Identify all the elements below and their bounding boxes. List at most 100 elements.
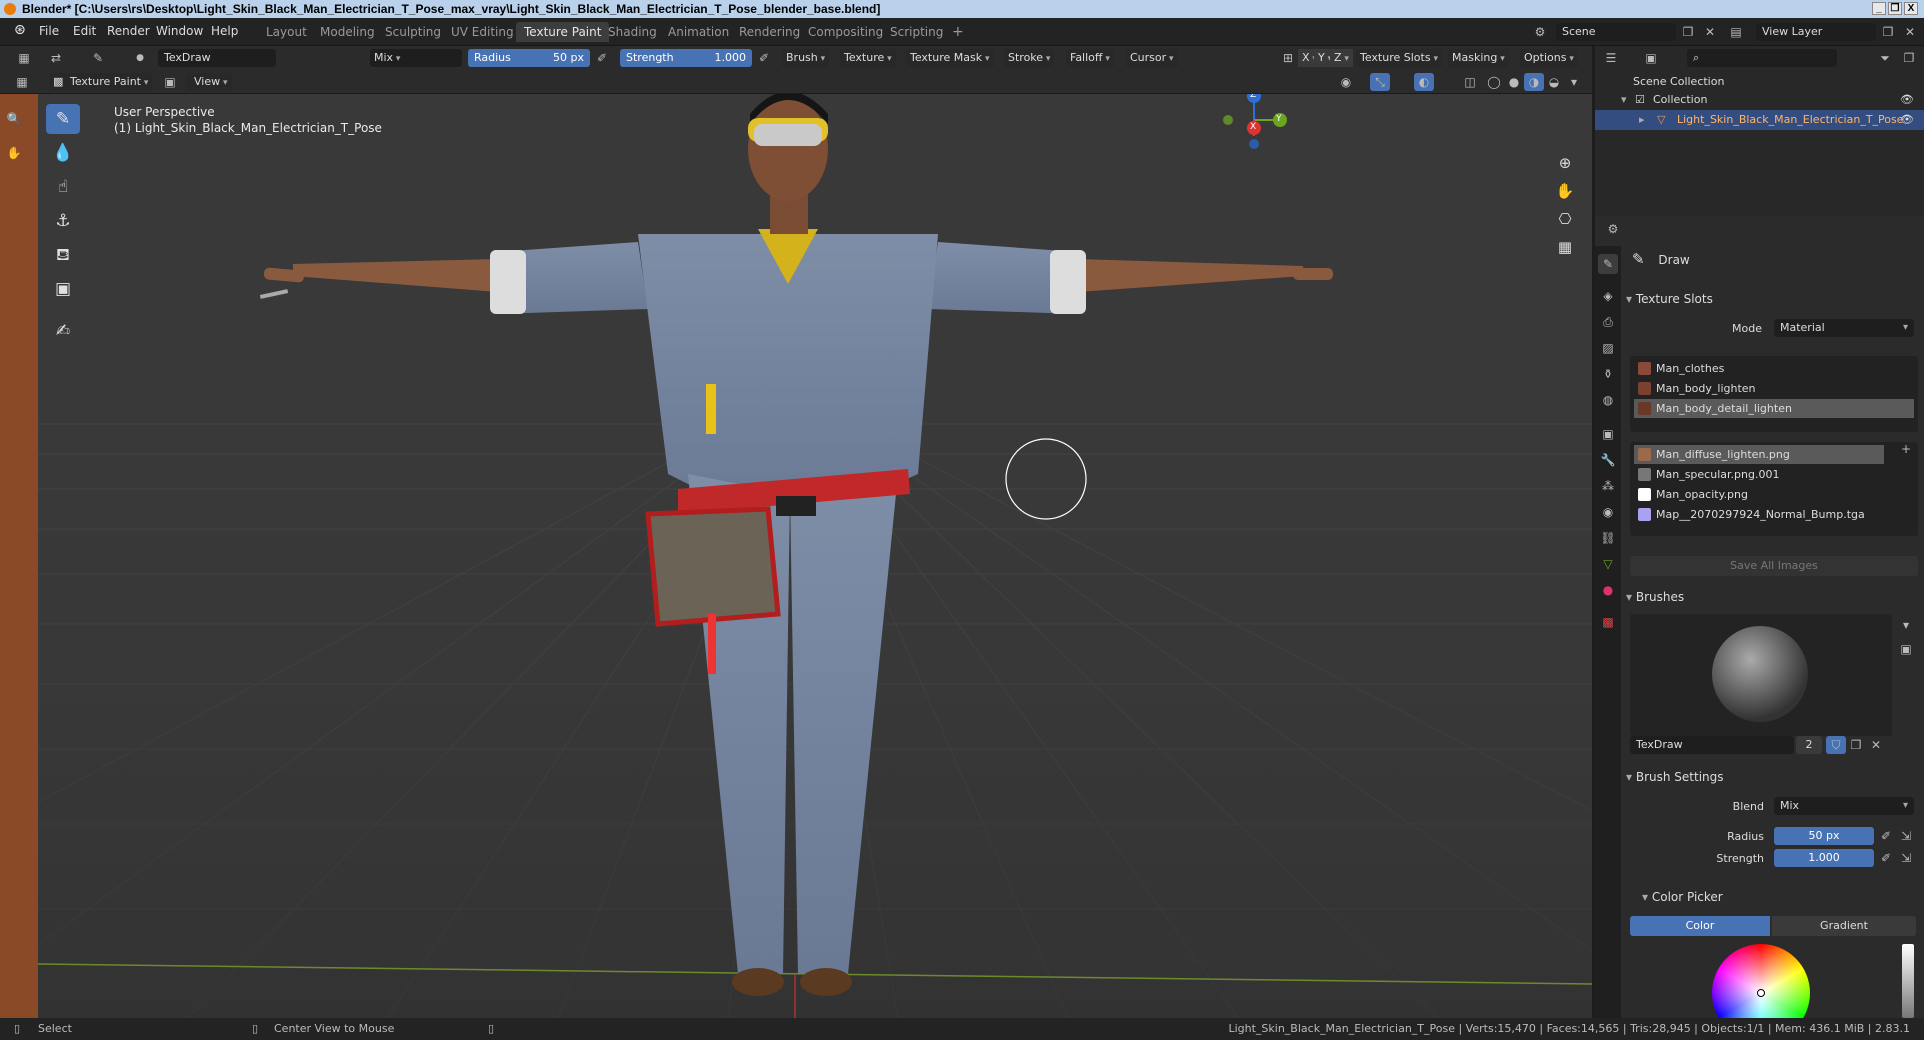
- brush-image-icon[interactable]: ▣: [1896, 640, 1916, 658]
- xray-icon[interactable]: ◫: [1460, 73, 1480, 91]
- mode-dropdown[interactable]: ▩ Texture Paint: [50, 73, 153, 91]
- add-workspace-button[interactable]: +: [944, 22, 972, 42]
- fake-user-icon[interactable]: ⛉: [1826, 736, 1846, 754]
- constraints-tab-icon[interactable]: ⛓: [1598, 528, 1618, 548]
- strength-pressure-toggle-icon[interactable]: ✐: [1876, 849, 1896, 867]
- editor-type-icon[interactable]: ▦: [14, 49, 34, 67]
- blend-dropdown-field[interactable]: Mix: [1774, 797, 1914, 815]
- minimize-button[interactable]: _: [1872, 2, 1886, 15]
- remove-scene-icon[interactable]: ✕: [1700, 23, 1720, 41]
- view-menu[interactable]: View: [186, 73, 232, 91]
- mode-dropdown-field[interactable]: Material: [1774, 319, 1914, 337]
- mask-tool-icon[interactable]: ▣: [46, 274, 80, 304]
- texture-slots-menu[interactable]: Texture Slots: [1356, 49, 1442, 67]
- gizmo-toggle-icon[interactable]: ⤡: [1370, 73, 1390, 91]
- tool-tab-icon[interactable]: ✎: [1598, 254, 1618, 274]
- falloff-menu[interactable]: Falloff: [1066, 49, 1114, 67]
- maximize-button[interactable]: ❐: [1888, 2, 1902, 15]
- overlay-toggle-icon[interactable]: ◐: [1414, 73, 1434, 91]
- clone-tool-icon[interactable]: ⚓: [46, 206, 80, 236]
- new-view-layer-icon[interactable]: ❐: [1878, 23, 1898, 41]
- texture-slots-panel-header[interactable]: Texture Slots: [1626, 288, 1924, 310]
- material-preview-icon[interactable]: ◑: [1524, 73, 1544, 91]
- menu-window[interactable]: Window: [156, 24, 203, 38]
- color-tab[interactable]: Color: [1630, 916, 1770, 936]
- mode-icon[interactable]: ⇄: [46, 49, 66, 67]
- object-row[interactable]: ▸ ▽ Light_Skin_Black_Man_Electrician_T_P…: [1595, 110, 1924, 130]
- draw-tool-icon[interactable]: ✎: [46, 104, 80, 134]
- object-eye-icon[interactable]: 👁: [1900, 110, 1914, 130]
- checkbox-icon[interactable]: ☑: [1635, 90, 1645, 110]
- scene-tab-icon[interactable]: ⚱: [1598, 364, 1618, 384]
- tab-compositing[interactable]: Compositing: [800, 22, 891, 42]
- gradient-tab[interactable]: Gradient: [1772, 916, 1916, 936]
- visibility-icon[interactable]: ◉: [1336, 73, 1356, 91]
- shading-options-icon[interactable]: ▾: [1564, 73, 1584, 91]
- render-tab-icon[interactable]: ◈: [1598, 286, 1618, 306]
- brushes-panel-header[interactable]: Brushes: [1626, 586, 1924, 608]
- tab-modeling[interactable]: Modeling: [312, 22, 383, 42]
- zoom-view-icon[interactable]: ⊕: [1552, 150, 1578, 176]
- scene-collection-row[interactable]: Scene Collection: [1595, 72, 1924, 92]
- view-layer-tab-icon[interactable]: ▨: [1598, 338, 1618, 358]
- pan-icon[interactable]: ✋: [4, 144, 24, 162]
- collection-row[interactable]: ▾ ☑ Collection 👁: [1595, 90, 1924, 110]
- scene-icon[interactable]: ⚙: [1530, 23, 1550, 41]
- brush-preview[interactable]: [1630, 614, 1892, 736]
- brush-icon[interactable]: ✎: [88, 49, 108, 67]
- texture-tab-icon[interactable]: ▩: [1598, 612, 1618, 632]
- menu-help[interactable]: Help: [211, 24, 238, 38]
- output-tab-icon[interactable]: ⎙: [1598, 312, 1618, 332]
- zoom-icon[interactable]: 🔍: [4, 110, 24, 128]
- solid-shading-icon[interactable]: ●: [1504, 73, 1524, 91]
- strength-settings-slider[interactable]: 1.000: [1774, 849, 1874, 867]
- tab-rendering[interactable]: Rendering: [731, 22, 808, 42]
- radius-unit-icon[interactable]: ⇲: [1896, 827, 1916, 845]
- save-all-images-button[interactable]: Save All Images: [1630, 556, 1918, 576]
- pan-view-icon[interactable]: ✋: [1552, 178, 1578, 204]
- color-wheel[interactable]: [1712, 944, 1810, 1018]
- fill-tool-icon[interactable]: ⛾: [46, 240, 80, 270]
- annotate-tool-icon[interactable]: ✍: [46, 316, 80, 346]
- stroke-menu[interactable]: Stroke: [1004, 49, 1055, 67]
- brush-name-field[interactable]: TexDraw: [158, 49, 276, 67]
- image-slot[interactable]: Man_diffuse_lighten.png: [1634, 445, 1884, 464]
- menu-file[interactable]: File: [39, 24, 59, 38]
- modifier-tab-icon[interactable]: 🔧: [1598, 450, 1618, 470]
- material-slot[interactable]: Man_body_detail_lighten: [1634, 399, 1914, 418]
- outliner-search-input[interactable]: ⌕: [1687, 49, 1837, 67]
- masking-menu[interactable]: Masking: [1448, 49, 1509, 67]
- mirror-z-toggle[interactable]: Z: [1330, 49, 1353, 67]
- radius-slider[interactable]: Radius 50 px: [468, 49, 590, 67]
- tab-shading[interactable]: Shading: [600, 22, 665, 42]
- material-slot[interactable]: Man_body_lighten: [1634, 379, 1914, 398]
- new-scene-icon[interactable]: ❐: [1678, 23, 1698, 41]
- world-tab-icon[interactable]: ◍: [1598, 390, 1618, 410]
- remove-view-layer-icon[interactable]: ✕: [1900, 23, 1920, 41]
- filter-icon[interactable]: ⏷: [1875, 49, 1895, 67]
- duplicate-brush-icon[interactable]: ❐: [1846, 736, 1866, 754]
- brush-menu[interactable]: Brush: [782, 49, 830, 67]
- mask-toggle-icon[interactable]: ▣: [160, 73, 180, 91]
- unlink-brush-icon[interactable]: ✕: [1866, 736, 1886, 754]
- smear-tool-icon[interactable]: ☝: [46, 172, 80, 202]
- brush-name-input[interactable]: TexDraw: [1630, 736, 1794, 754]
- image-slot[interactable]: Man_opacity.png: [1634, 485, 1914, 504]
- radius-pressure-toggle-icon[interactable]: ✐: [1876, 827, 1896, 845]
- scene-field[interactable]: Scene: [1556, 23, 1676, 41]
- brush-settings-panel-header[interactable]: Brush Settings: [1626, 766, 1924, 788]
- texture-mask-menu[interactable]: Texture Mask: [906, 49, 994, 67]
- wireframe-shading-icon[interactable]: ◯: [1484, 73, 1504, 91]
- tab-animation[interactable]: Animation: [660, 22, 737, 42]
- tab-sculpting[interactable]: Sculpting: [377, 22, 449, 42]
- rendered-shading-icon[interactable]: ◒: [1544, 73, 1564, 91]
- close-button[interactable]: X: [1904, 2, 1918, 15]
- add-image-slot-icon[interactable]: +: [1896, 440, 1916, 458]
- value-slider[interactable]: [1902, 944, 1914, 1018]
- soften-tool-icon[interactable]: 💧: [46, 138, 80, 168]
- radius-settings-slider[interactable]: 50 px: [1774, 827, 1874, 845]
- tab-texture-paint[interactable]: Texture Paint: [516, 22, 610, 42]
- blend-dropdown[interactable]: Mix: [370, 49, 462, 67]
- ortho-toggle-icon[interactable]: ▦: [1552, 234, 1578, 260]
- view-layer-field[interactable]: View Layer: [1756, 23, 1876, 41]
